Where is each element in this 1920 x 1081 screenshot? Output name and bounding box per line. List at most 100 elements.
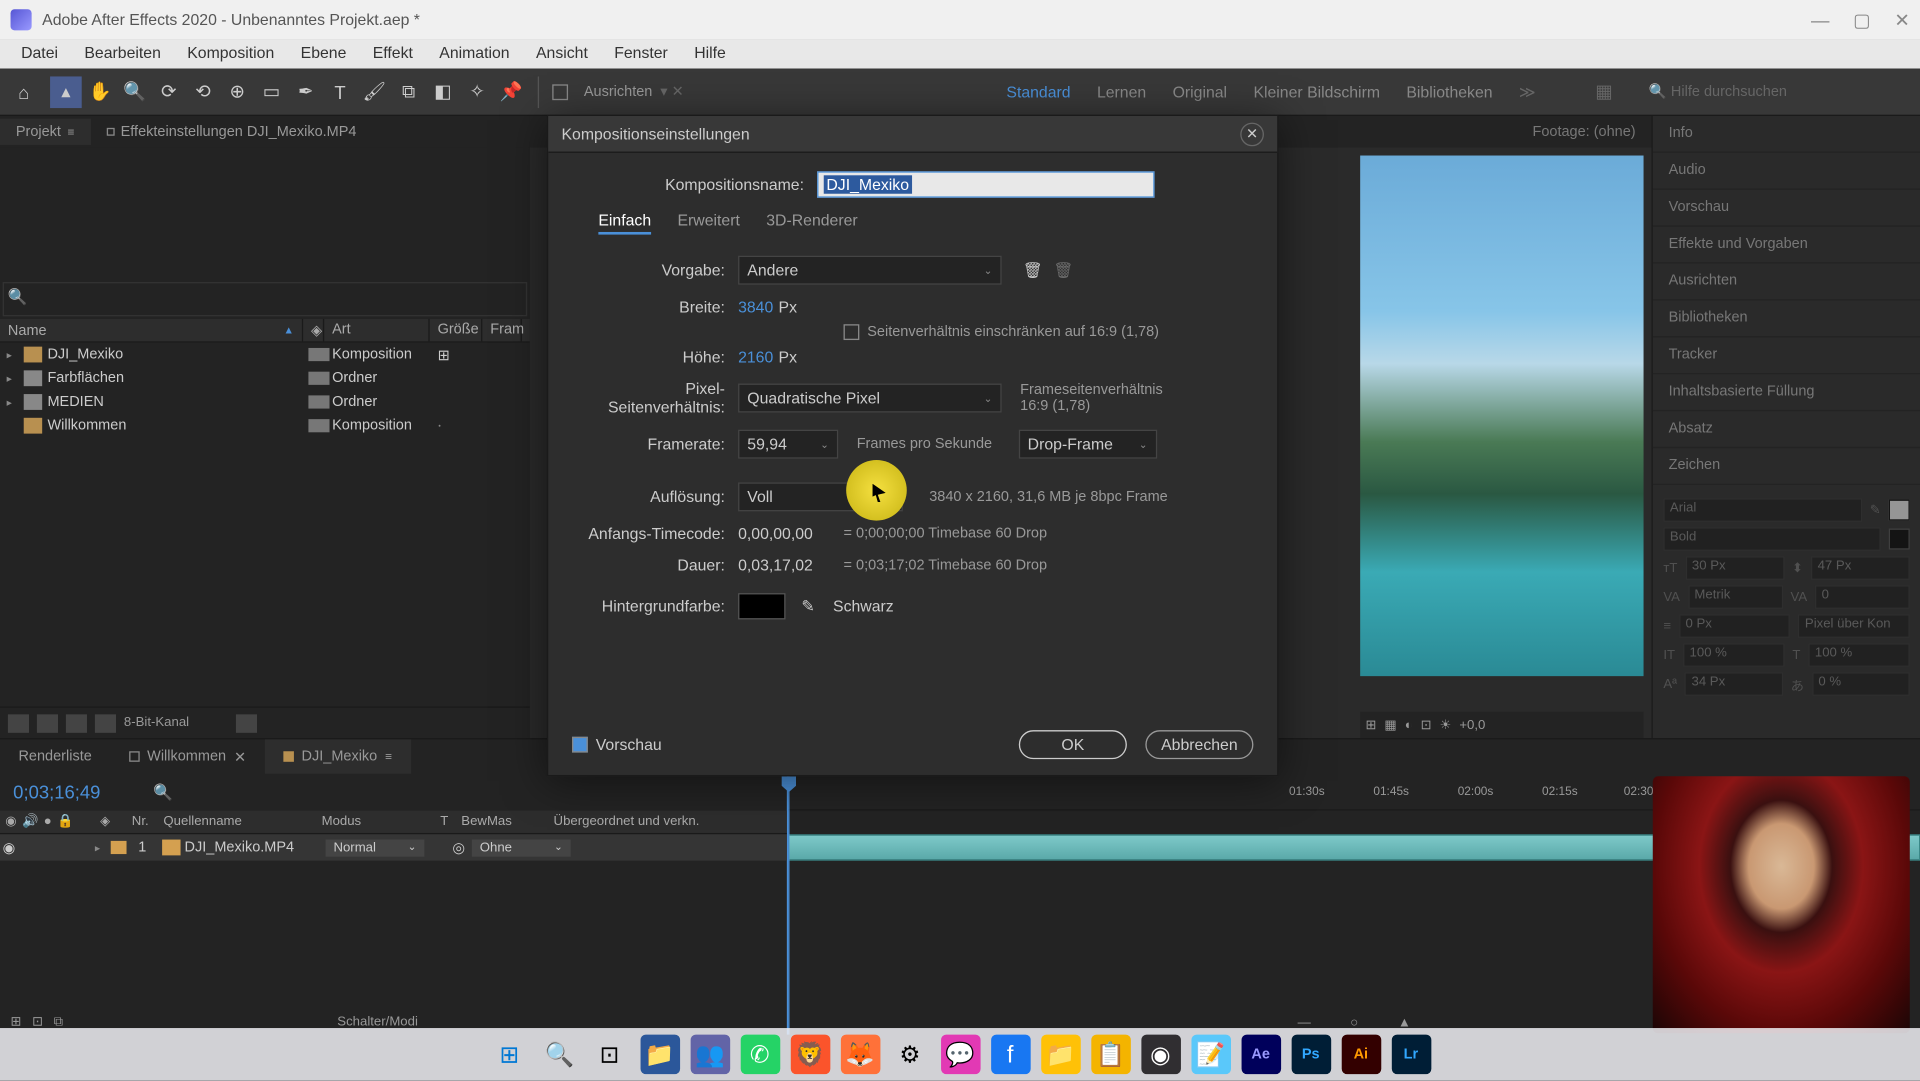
magnify-icon[interactable]: ⊞ (1365, 718, 1376, 732)
project-search[interactable]: 🔍 (3, 282, 528, 316)
toolbar-grid-icon[interactable]: ▦ (1588, 76, 1620, 108)
col-t[interactable]: T (435, 815, 456, 829)
project-tab[interactable]: Projekt≡ (0, 119, 90, 145)
home-icon[interactable]: ⌂ (8, 76, 40, 108)
label-icon[interactable]: ◈ (100, 815, 110, 829)
save-preset-icon[interactable]: 🗑 (1023, 261, 1043, 279)
dropframe-select[interactable]: Drop-Frame⌄ (1018, 430, 1156, 459)
roto-tool[interactable]: ✧ (461, 76, 493, 108)
switches-label[interactable]: Schalter/Modi (337, 1014, 418, 1028)
col-source[interactable]: Quellenname (158, 815, 316, 829)
menu-komposition[interactable]: Komposition (174, 40, 287, 69)
help-search[interactable]: 🔍 Hilfe durchsuchen (1649, 83, 1913, 100)
brush-tool[interactable]: 🖌 (358, 76, 390, 108)
solo-icon[interactable]: ● (44, 815, 52, 829)
stroke-swatch[interactable] (1889, 529, 1910, 550)
eraser-tool[interactable]: ◧ (427, 76, 459, 108)
panel-info[interactable]: Info (1653, 116, 1920, 153)
teams-icon[interactable]: 👥 (690, 1035, 730, 1075)
col-trkmat[interactable]: BewMas (456, 815, 548, 829)
newfolder-icon[interactable] (37, 714, 58, 732)
rotate-tool[interactable]: ⟲ (187, 76, 219, 108)
hand-tool[interactable]: ✋ (84, 76, 116, 108)
lock-icon[interactable]: 🔒 (57, 815, 73, 829)
panel-libraries[interactable]: Bibliotheken (1653, 301, 1920, 338)
speaker-icon[interactable]: 🔊 (22, 815, 38, 829)
menu-effekt[interactable]: Effekt (360, 40, 427, 69)
proj-item[interactable]: ▸ MEDIEN Ordner (0, 390, 530, 414)
app-icon[interactable]: ⚙ (890, 1035, 930, 1075)
tab-3d[interactable]: 3D-Renderer (766, 211, 857, 235)
workspace-kleiner[interactable]: Kleiner Bildschirm (1253, 82, 1380, 100)
files-icon[interactable]: 📁 (1041, 1035, 1081, 1075)
workspace-more-icon[interactable]: ≫ (1519, 82, 1536, 100)
baseline[interactable]: 34 Px (1685, 672, 1783, 696)
dialog-close-button[interactable]: ✕ (1240, 122, 1264, 146)
col-tag[interactable]: ◈ (303, 319, 324, 341)
panel-audio[interactable]: Audio (1653, 153, 1920, 190)
active-comp-tab[interactable]: DJI_Mexiko≡ (265, 739, 411, 773)
panel-align[interactable]: Ausrichten (1653, 264, 1920, 301)
stroke-width[interactable]: 0 Px (1679, 614, 1790, 638)
bgcolor-swatch[interactable] (738, 593, 785, 619)
proj-item[interactable]: ▸ DJI_Mexiko Komposition ⊞ (0, 343, 530, 367)
blend-mode[interactable]: Normal⌄ (326, 839, 425, 856)
weight-select[interactable]: Bold (1663, 527, 1880, 551)
alpha-icon[interactable]: ☀ (1440, 718, 1452, 732)
render-tab[interactable]: Renderliste (0, 739, 110, 773)
close-button[interactable]: ✕ (1894, 9, 1909, 31)
illustrator-icon[interactable]: Ai (1341, 1035, 1381, 1075)
flowchart-icon[interactable]: ⊞ (438, 346, 450, 363)
duration-value[interactable]: 0,03,17,02 (738, 556, 830, 574)
anchor-tool[interactable]: ⊕ (221, 76, 253, 108)
timeline-layer[interactable]: ◉ ▸ 1 DJI_Mexiko.MP4 Normal⌄ ◎ Ohne⌄ (0, 834, 787, 860)
menu-animation[interactable]: Animation (426, 40, 523, 69)
puppet-tool[interactable]: 📌 (496, 76, 528, 108)
bitdepth[interactable]: 8-Bit-Kanal (124, 716, 189, 730)
font-size[interactable]: 30 Px (1685, 556, 1784, 580)
eye-icon[interactable]: ◉ (5, 815, 17, 829)
timeline-search[interactable]: 🔍 (153, 783, 173, 801)
lock-aspect-checkbox[interactable] (844, 324, 860, 340)
start-icon[interactable]: ⊞ (490, 1035, 530, 1075)
newcomp-icon[interactable] (66, 714, 87, 732)
width-value[interactable]: 3840 (738, 298, 773, 316)
orbit-tool[interactable]: ⟳ (153, 76, 185, 108)
effect-controls-tab[interactable]: Effekteinstellungen DJI_Mexiko.MP4 (90, 119, 372, 145)
framerate-select[interactable]: 59,94⌄ (738, 430, 838, 459)
menu-ansicht[interactable]: Ansicht (523, 40, 601, 69)
notepad-icon[interactable]: 📝 (1191, 1035, 1231, 1075)
cancel-button[interactable]: Abbrechen (1145, 730, 1253, 759)
panel-tracker[interactable]: Tracker (1653, 337, 1920, 374)
delete-preset-icon[interactable]: 🗑 (1053, 261, 1073, 279)
col-size[interactable]: Größe (430, 319, 483, 341)
toggle-icon[interactable]: ⊞ (11, 1014, 22, 1028)
track-matte[interactable]: Ohne⌄ (472, 839, 571, 856)
panel-contentfill[interactable]: Inhaltsbasierte Füllung (1653, 374, 1920, 411)
resolution-select[interactable]: Voll (738, 482, 903, 511)
font-select[interactable]: Arial (1663, 498, 1862, 522)
col-framerate[interactable]: Fram (482, 319, 522, 341)
eyedropper-icon[interactable]: ✎ (801, 597, 814, 615)
tab-basic[interactable]: Einfach (598, 211, 651, 235)
panel-character[interactable]: Zeichen (1653, 448, 1920, 485)
clone-tool[interactable]: ⧉ (393, 76, 425, 108)
toggle-icon2[interactable]: ⊡ (32, 1014, 43, 1028)
firefox-icon[interactable]: 🦊 (840, 1035, 880, 1075)
menu-hilfe[interactable]: Hilfe (681, 40, 739, 69)
menu-fenster[interactable]: Fenster (601, 40, 681, 69)
current-timecode[interactable]: 0;03;16;49 (13, 782, 100, 803)
eyedrop-icon[interactable]: ✎ (1870, 503, 1881, 517)
menu-datei[interactable]: Datei (8, 40, 71, 69)
aftereffects-icon[interactable]: Ae (1241, 1035, 1281, 1075)
brave-icon[interactable]: 🦁 (790, 1035, 830, 1075)
setting-icon[interactable] (95, 714, 116, 732)
messenger-icon[interactable]: 💬 (940, 1035, 980, 1075)
preview-checkbox[interactable] (572, 737, 588, 753)
proj-item[interactable]: ▸ Farbflächen Ordner (0, 366, 530, 390)
compname-input[interactable]: DJI_Mexiko (817, 171, 1154, 197)
exposure-value[interactable]: +0,0 (1459, 718, 1485, 732)
workspace-lernen[interactable]: Lernen (1097, 82, 1146, 100)
photoshop-icon[interactable]: Ps (1291, 1035, 1331, 1075)
kerning[interactable]: Metrik (1688, 585, 1783, 609)
